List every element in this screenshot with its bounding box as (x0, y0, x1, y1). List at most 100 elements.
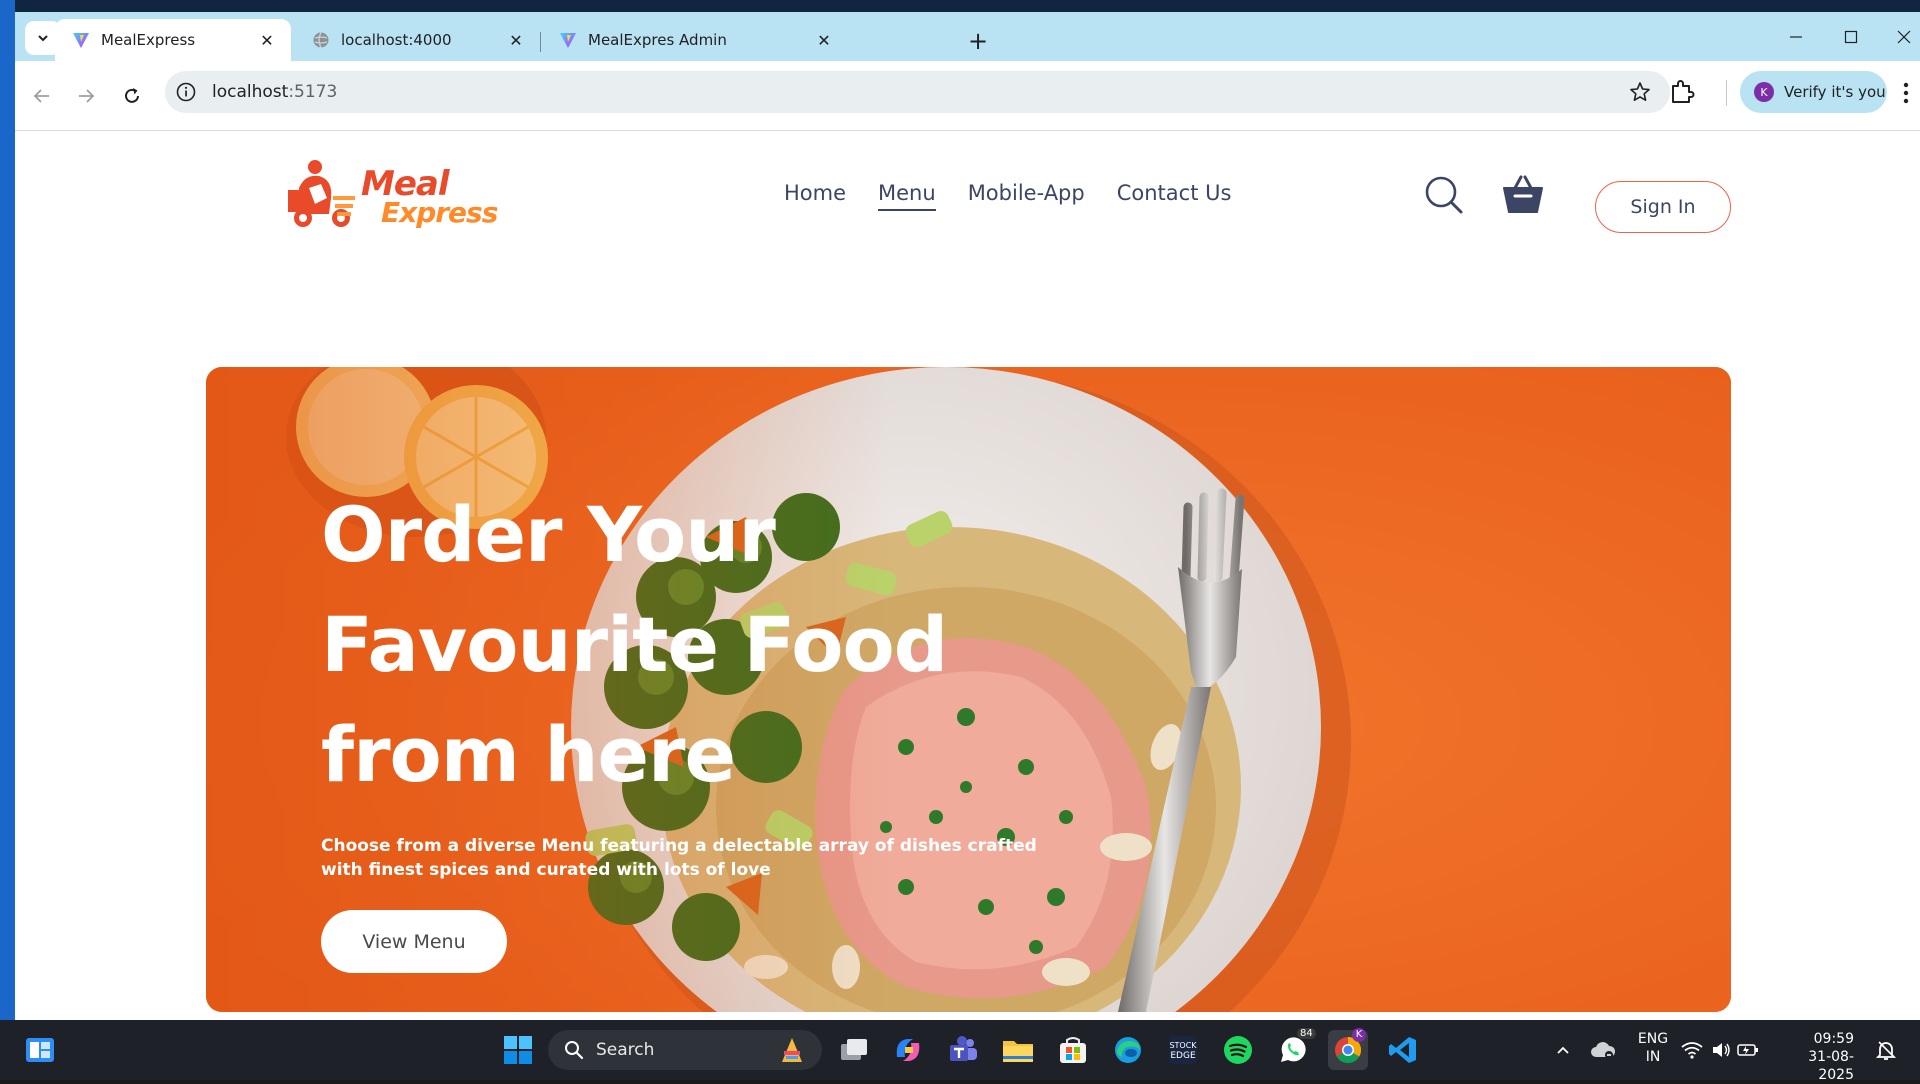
address-bar[interactable]: localhost:5173 (165, 71, 1670, 113)
whatsapp-badge: 84 (1297, 1028, 1316, 1039)
chrome-button[interactable]: K (1328, 1028, 1368, 1070)
svg-text:EDGE: EDGE (1170, 1051, 1196, 1061)
file-explorer-button[interactable] (998, 1030, 1038, 1070)
widgets-icon (26, 1038, 54, 1062)
hero-description: Choose from a diverse Menu featuring a d… (321, 836, 1037, 880)
network-volume-battery-button[interactable] (1677, 1030, 1763, 1070)
task-view-icon (841, 1039, 867, 1060)
verify-label: Verify it's you (1784, 83, 1886, 101)
whatsapp-icon (1281, 1037, 1306, 1062)
show-hidden-icons-button[interactable] (1543, 1030, 1583, 1070)
windows-start-icon (504, 1036, 532, 1064)
wifi-icon (1681, 1042, 1703, 1059)
volume-icon (1713, 1043, 1730, 1057)
minimize-icon (1790, 36, 1802, 38)
vite-icon (558, 30, 578, 50)
maximize-button[interactable] (1828, 22, 1874, 52)
cloud-icon (1591, 1042, 1616, 1059)
extensions-icon[interactable] (1667, 77, 1697, 107)
main-nav: Home Menu Mobile-App Contact Us (784, 181, 1231, 211)
logo-text-express: Express (381, 196, 498, 229)
close-icon[interactable]: ✕ (814, 30, 834, 50)
edge-icon (1115, 1037, 1141, 1063)
hero-title: Order Your Favourite Food from here (321, 480, 961, 810)
vscode-button[interactable] (1383, 1030, 1423, 1070)
view-menu-button[interactable]: View Menu (321, 910, 507, 973)
maximize-icon (1844, 30, 1858, 44)
globe-icon (311, 30, 331, 50)
language-indicator[interactable]: ENG IN (1633, 1030, 1673, 1066)
spotify-button[interactable] (1218, 1030, 1258, 1070)
taskbar: Search STOCK EDGE 84 K ENG IN 09:59 31-0… (0, 1020, 1920, 1083)
tab-mealexpress[interactable]: MealExpress ✕ (55, 19, 291, 61)
clock-date: 31-08-2025 (1808, 1049, 1854, 1083)
search-icon[interactable] (1424, 175, 1464, 215)
copilot-icon (896, 1039, 920, 1061)
browser-window: MealExpress ✕ localhost:4000 ✕ MealExpre… (15, 12, 1920, 1020)
nav-home[interactable]: Home (784, 181, 846, 211)
language-code: ENG (1637, 1031, 1669, 1047)
info-icon[interactable] (175, 81, 197, 103)
notifications-button[interactable] (1866, 1030, 1906, 1070)
tab-mealexpres-admin[interactable]: MealExpres Admin ✕ (542, 19, 962, 61)
onedrive-button[interactable] (1583, 1030, 1623, 1070)
stockedge-button[interactable]: STOCK EDGE (1163, 1030, 1203, 1070)
start-button[interactable] (498, 1030, 538, 1070)
back-button[interactable] (25, 79, 59, 113)
reload-button[interactable] (115, 79, 149, 113)
reload-icon (125, 88, 139, 103)
desktop-background-edge (0, 0, 15, 1020)
toolbar-separator (1726, 80, 1727, 106)
tab-label: localhost:4000 (341, 31, 452, 49)
nav-menu[interactable]: Menu (878, 181, 936, 211)
language-region: IN (1645, 1049, 1661, 1065)
store-icon (1060, 1037, 1086, 1063)
more-options-icon[interactable] (1900, 80, 1912, 106)
tab-label: MealExpress (101, 31, 196, 49)
widgets-button[interactable] (20, 1030, 60, 1070)
copilot-button[interactable] (888, 1030, 928, 1070)
taskbar-search[interactable]: Search (548, 1030, 822, 1070)
taskbar-search-label: Search (596, 1040, 655, 1060)
minimize-button[interactable] (1773, 22, 1819, 52)
teams-button[interactable] (943, 1030, 983, 1070)
ms-store-button[interactable] (1053, 1030, 1093, 1070)
site-logo[interactable]: Meal Express (285, 158, 505, 238)
close-icon (1897, 30, 1911, 44)
sign-in-button[interactable]: Sign In (1595, 181, 1731, 233)
arrow-left-icon (33, 89, 49, 103)
tab-localhost-4000[interactable]: localhost:4000 ✕ (295, 19, 540, 61)
close-icon[interactable]: ✕ (506, 30, 526, 50)
nav-mobile-app[interactable]: Mobile-App (968, 181, 1085, 211)
clock[interactable]: 09:59 31-08-2025 (1780, 1030, 1854, 1084)
bell-icon (1876, 1041, 1896, 1060)
edge-button[interactable] (1108, 1030, 1148, 1070)
url-text[interactable]: localhost:5173 (212, 82, 337, 102)
hero-title-line-1: Order Your (321, 490, 776, 579)
browser-toolbar: localhost:5173 K Verify it's you (15, 61, 1920, 131)
bookmark-star-icon[interactable] (1628, 80, 1652, 104)
folder-icon (1003, 1041, 1033, 1062)
stockedge-icon: STOCKEDGE (1169, 1036, 1197, 1064)
whatsapp-button[interactable]: 84 (1273, 1028, 1316, 1070)
tab-strip: MealExpress ✕ localhost:4000 ✕ MealExpre… (15, 12, 1920, 61)
hero-title-line-2: Favourite Food (321, 600, 948, 689)
task-view-button[interactable] (834, 1030, 874, 1070)
search-icon (565, 1041, 584, 1060)
chevron-up-icon (1557, 1046, 1569, 1054)
hero-banner: Order Your Favourite Food from here Choo… (206, 367, 1731, 1012)
profile-verify-button[interactable]: K Verify it's you (1740, 71, 1887, 113)
basket-icon[interactable] (1502, 174, 1544, 214)
battery-icon (1737, 1044, 1758, 1056)
arrow-right-icon (79, 89, 95, 103)
spotify-icon (1224, 1036, 1252, 1064)
nav-contact-us[interactable]: Contact Us (1117, 181, 1232, 211)
new-tab-button[interactable]: + (963, 26, 993, 56)
avatar: K (1754, 82, 1774, 102)
hero-title-line-3: from here (321, 710, 736, 799)
close-icon[interactable]: ✕ (257, 30, 277, 50)
search-highlight-icon (782, 1038, 802, 1062)
chevron-down-icon (38, 35, 48, 42)
forward-button[interactable] (69, 79, 103, 113)
close-window-button[interactable] (1881, 22, 1920, 52)
